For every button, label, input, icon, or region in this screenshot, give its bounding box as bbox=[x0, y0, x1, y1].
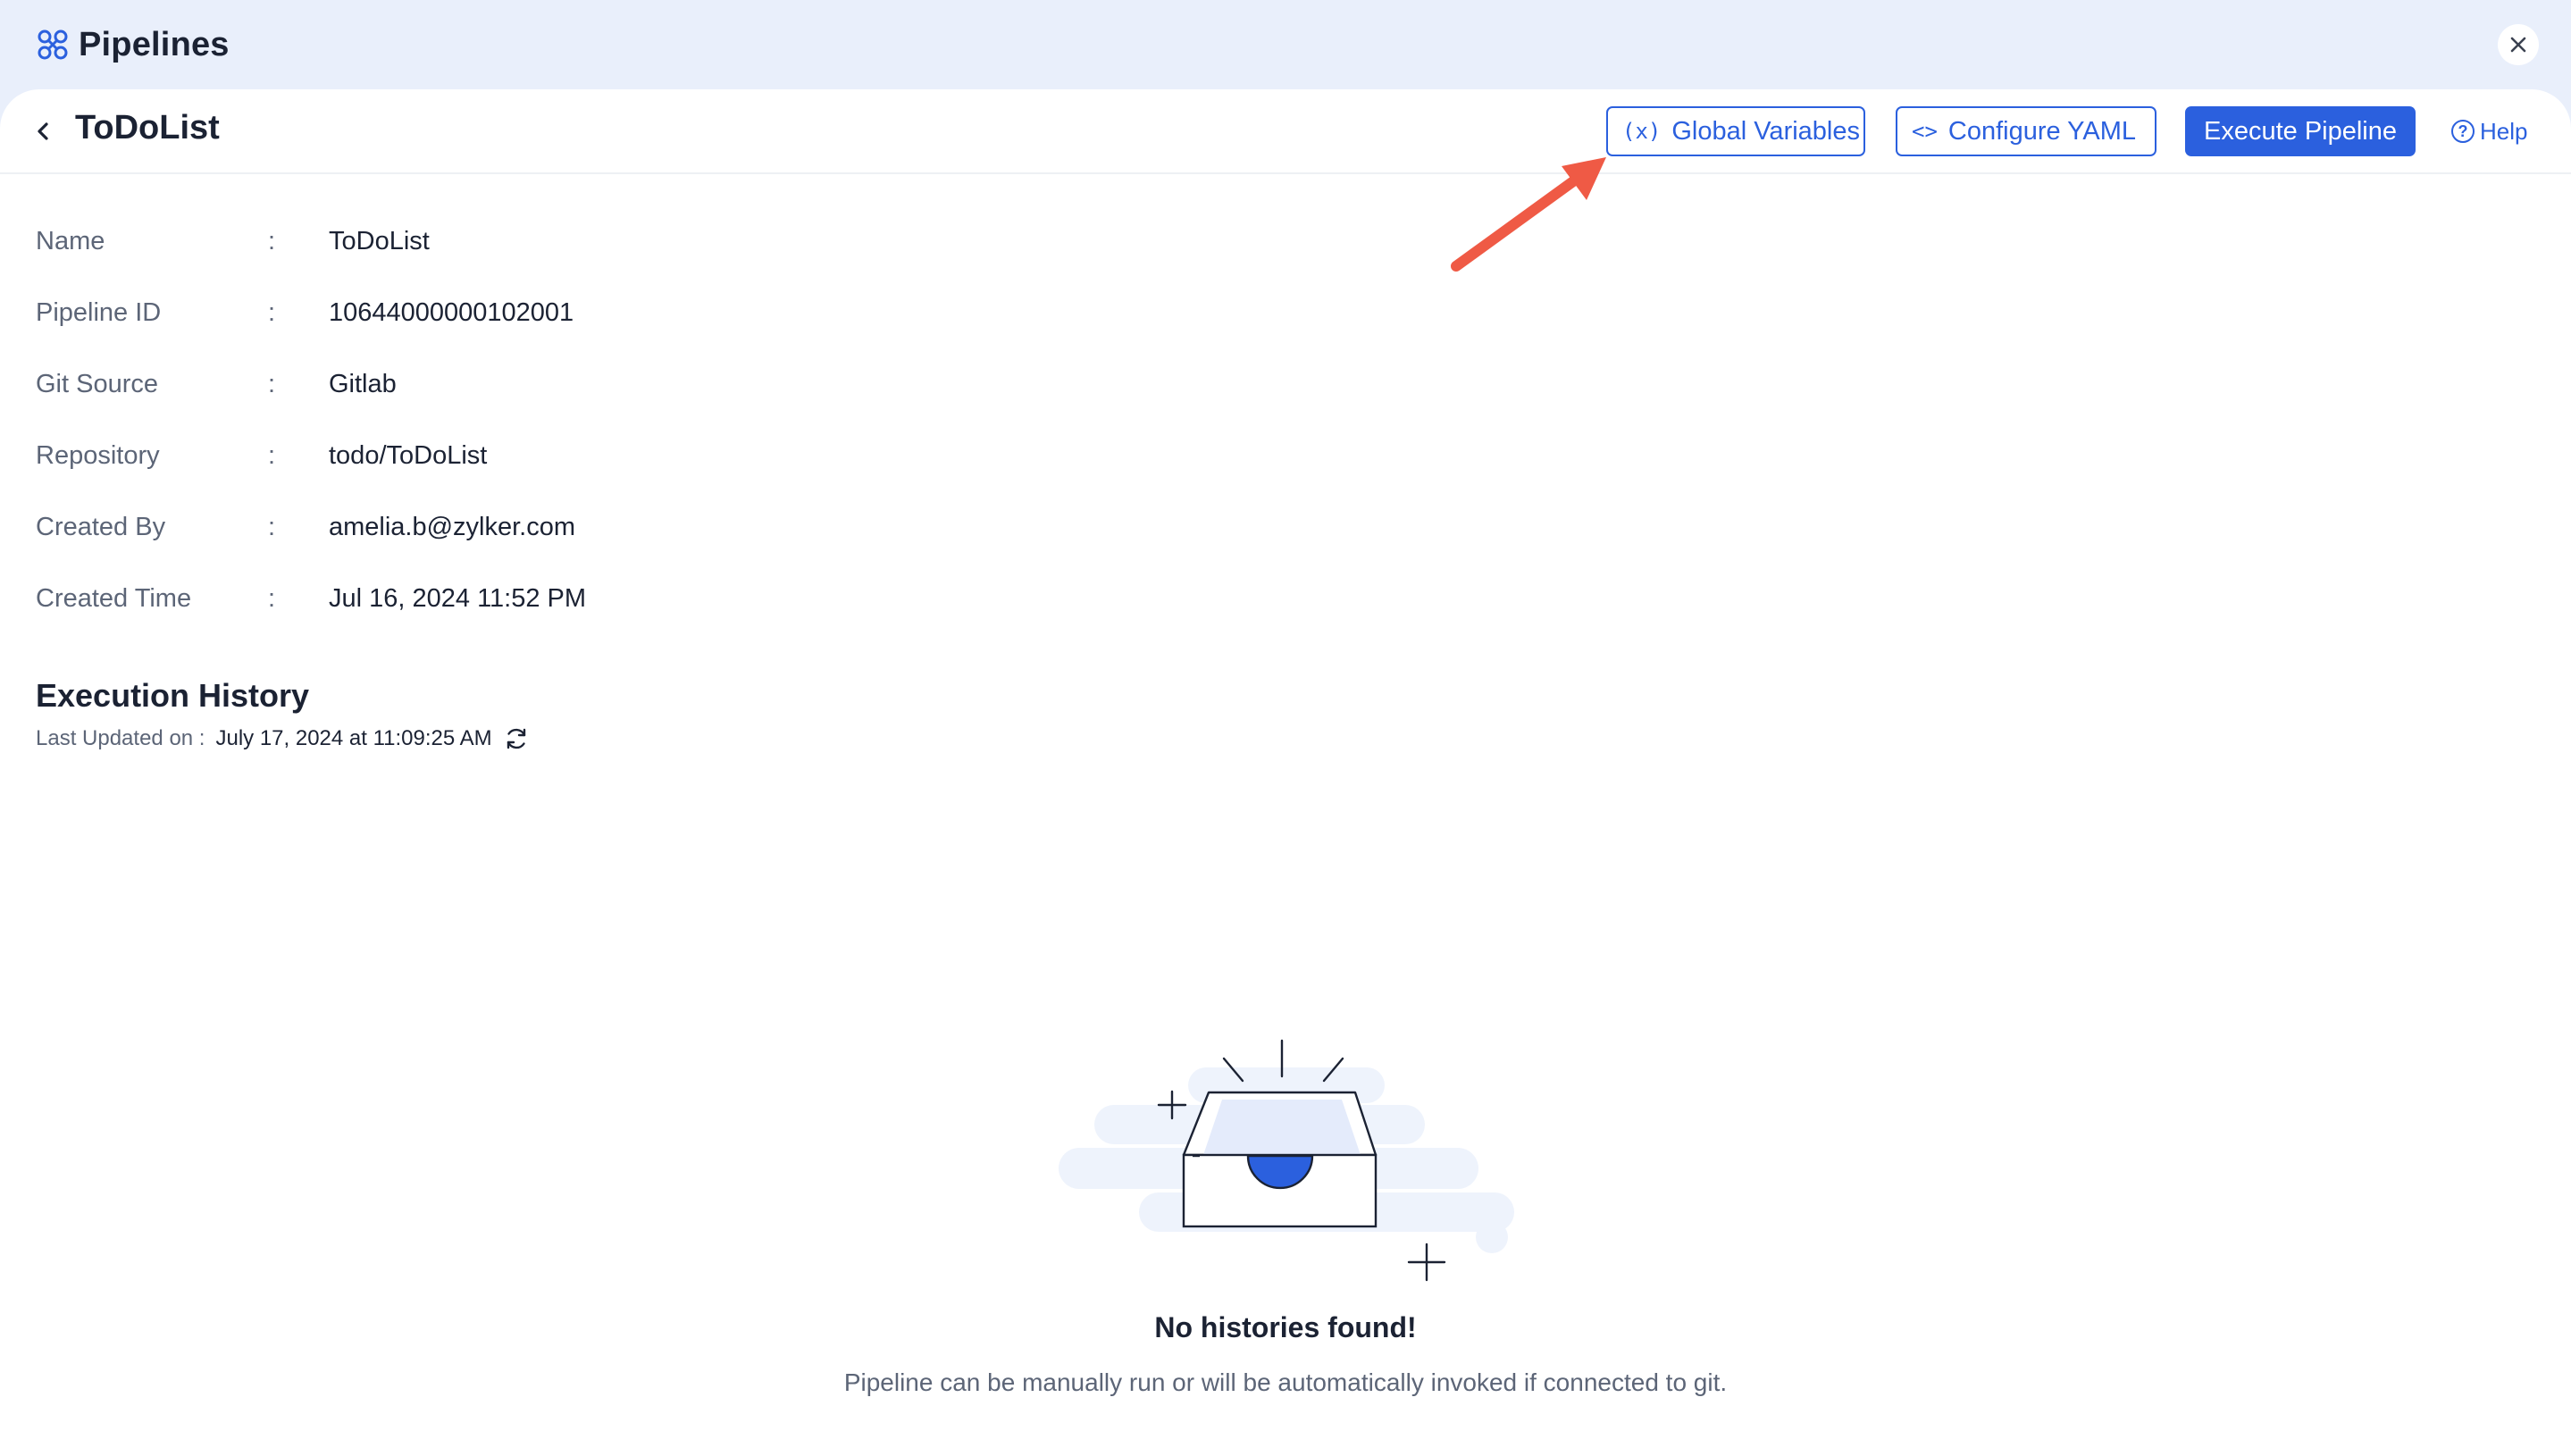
panel-header: ToDoList (x) Global Variables <> Configu… bbox=[0, 89, 2571, 174]
empty-state-title: No histories found! bbox=[1154, 1311, 1417, 1343]
detail-label: Git Source bbox=[36, 369, 158, 398]
detail-row-created-time: Created Time : Jul 16, 2024 11:52 PM bbox=[36, 563, 586, 634]
close-button[interactable] bbox=[2498, 24, 2539, 65]
title-bar: Pipelines bbox=[0, 0, 2571, 89]
detail-value: ToDoList bbox=[329, 226, 430, 255]
pipelines-window: Pipelines ToDoList (x) Global Variables … bbox=[0, 0, 2571, 1456]
app-title: Pipelines bbox=[79, 25, 230, 63]
detail-row-created-by: Created By : amelia.b@zylker.com bbox=[36, 491, 586, 563]
execution-history-heading: Execution History bbox=[36, 677, 310, 714]
detail-label: Created Time bbox=[36, 583, 192, 613]
detail-separator: : bbox=[268, 512, 276, 541]
help-label: Help bbox=[2480, 117, 2528, 145]
detail-separator: : bbox=[268, 226, 276, 255]
detail-label: Repository bbox=[36, 440, 160, 470]
detail-separator: : bbox=[268, 369, 276, 398]
empty-state-description: Pipeline can be manually run or will be … bbox=[843, 1368, 1728, 1396]
detail-label: Pipeline ID bbox=[36, 297, 162, 327]
last-updated-value: July 17, 2024 at 11:09:25 AM bbox=[215, 726, 492, 750]
code-icon: <> bbox=[1912, 119, 1938, 144]
pipelines-logo-icon bbox=[38, 29, 68, 60]
empty-inbox-illustration bbox=[1059, 1039, 1514, 1282]
detail-separator: : bbox=[268, 440, 276, 470]
detail-label: Name bbox=[36, 226, 105, 255]
pipeline-detail-panel: ToDoList (x) Global Variables <> Configu… bbox=[0, 89, 2571, 1456]
detail-value: 10644000000102001 bbox=[329, 297, 574, 327]
detail-value: amelia.b@zylker.com bbox=[329, 512, 576, 541]
detail-label: Created By bbox=[36, 512, 166, 541]
close-icon bbox=[2510, 37, 2526, 53]
back-button[interactable] bbox=[32, 116, 54, 146]
detail-value: Gitlab bbox=[329, 369, 397, 398]
configure-yaml-button[interactable]: <> Configure YAML bbox=[1896, 106, 2156, 156]
pipeline-details: Name : ToDoList Pipeline ID : 1064400000… bbox=[36, 205, 586, 634]
last-updated-label: Last Updated on : bbox=[36, 726, 205, 750]
page-title: ToDoList bbox=[75, 109, 220, 146]
global-variables-label: Global Variables bbox=[1671, 116, 1860, 146]
detail-row-repository: Repository : todo/ToDoList bbox=[36, 420, 586, 491]
variable-icon: (x) bbox=[1622, 119, 1662, 144]
execute-pipeline-label: Execute Pipeline bbox=[2203, 116, 2398, 146]
chevron-left-icon bbox=[38, 122, 48, 140]
detail-separator: : bbox=[268, 297, 276, 327]
detail-row-name: Name : ToDoList bbox=[36, 205, 586, 277]
refresh-icon[interactable] bbox=[503, 725, 530, 752]
global-variables-button[interactable]: (x) Global Variables bbox=[1606, 106, 1865, 156]
detail-row-git-source: Git Source : Gitlab bbox=[36, 348, 586, 420]
detail-value: todo/ToDoList bbox=[329, 440, 488, 470]
configure-yaml-label: Configure YAML bbox=[1947, 116, 2137, 146]
detail-value: Jul 16, 2024 11:52 PM bbox=[329, 583, 587, 613]
help-link[interactable]: ? Help bbox=[2451, 116, 2527, 146]
last-updated: Last Updated on : July 17, 2024 at 11:09… bbox=[36, 725, 530, 752]
detail-separator: : bbox=[268, 583, 276, 613]
detail-row-pipeline-id: Pipeline ID : 10644000000102001 bbox=[36, 277, 586, 348]
help-icon: ? bbox=[2451, 120, 2475, 143]
execute-pipeline-button[interactable]: Execute Pipeline bbox=[2185, 106, 2416, 156]
